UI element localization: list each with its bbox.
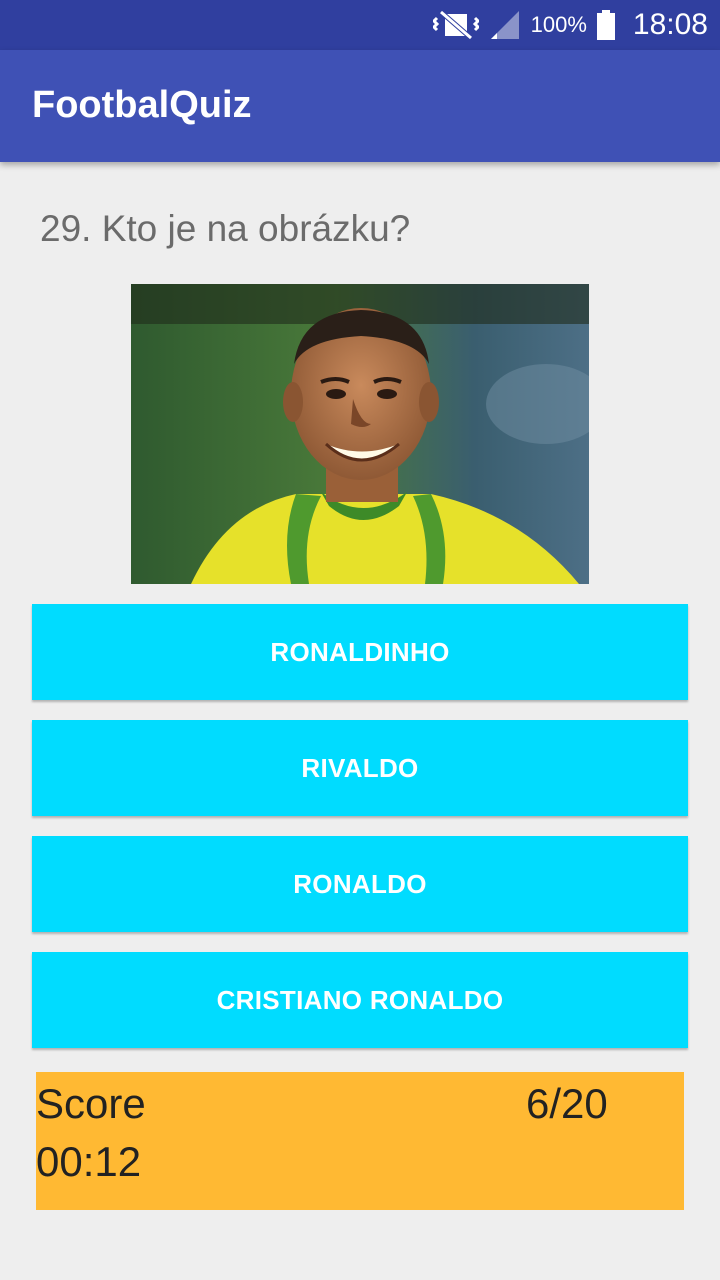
score-label: Score <box>36 1080 146 1127</box>
app-title: FootbalQuiz <box>32 84 252 126</box>
answer-button-4[interactable]: CRISTIANO RONALDO <box>32 952 688 1048</box>
player-photo <box>131 284 589 584</box>
answer-button-2[interactable]: RIVALDO <box>32 720 688 816</box>
status-bar: 100% 18:08 <box>0 0 720 50</box>
vibrate-muted-icon <box>432 10 479 40</box>
answer-button-3[interactable]: RONALDO <box>32 836 688 932</box>
battery-icon <box>596 10 615 40</box>
timer: 00:12 <box>36 1138 142 1185</box>
app-bar: FootbalQuiz <box>0 50 720 162</box>
signal-icon <box>490 11 519 39</box>
status-time: 18:08 <box>632 8 708 41</box>
answer-button-1[interactable]: RONALDINHO <box>32 604 688 700</box>
score-panel: Score 6/20 00:12 <box>36 1072 684 1210</box>
status-icons: 100% 18:08 <box>432 0 708 50</box>
battery-percent: 100% <box>530 12 587 37</box>
score-value: 6/20 <box>526 1080 608 1127</box>
question-text: 29. Kto je na obrázku? <box>40 208 411 249</box>
